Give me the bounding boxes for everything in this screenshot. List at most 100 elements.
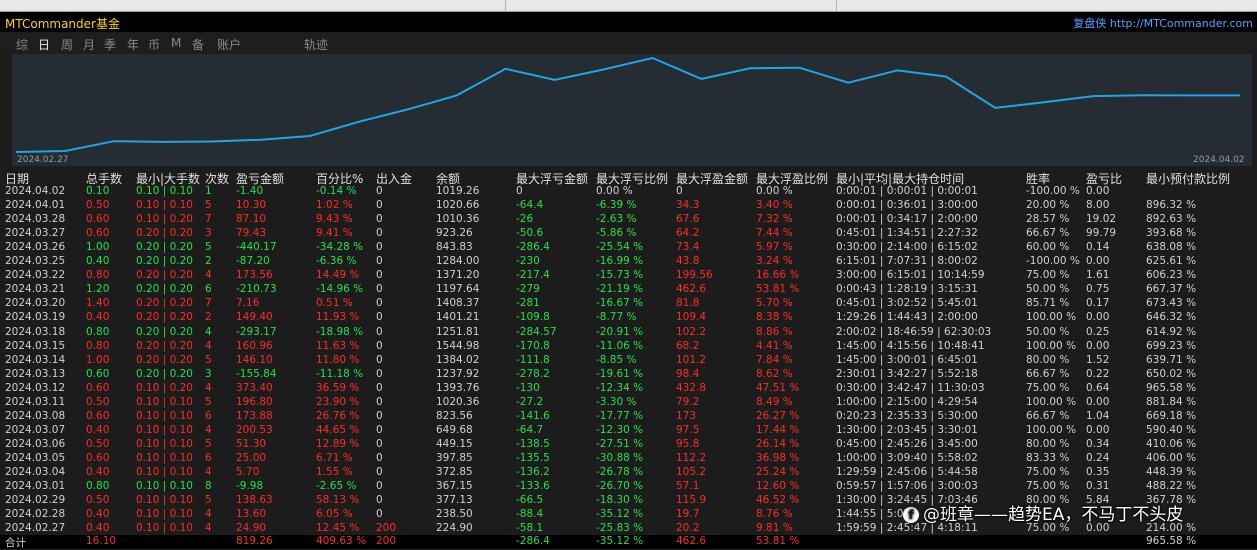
cell-3: 4 (205, 423, 212, 436)
tab-3[interactable]: 月 (83, 36, 95, 53)
table-row[interactable]: 2024.03.13 0.60 0.20 | 0.20 3 -155.84 -11.18 … (0, 368, 1257, 382)
table-row[interactable]: 2024.03.04 0.40 0.10 | 0.10 4 5.70 1.55 % 0 372… (0, 466, 1257, 480)
cell-5: -2.65 % (316, 480, 357, 493)
cell-7: 1544.98 (436, 339, 480, 352)
table-row[interactable]: 2024.03.01 0.80 0.10 | 0.10 8 -9.98 -2.65 % 0 3… (0, 480, 1257, 494)
table-row[interactable]: 2024.04.01 0.50 0.10 | 0.10 5 10.30 1.02 % 0 10… (0, 199, 1257, 213)
table-row[interactable]: 2024.03.27 0.60 0.20 | 0.20 3 79.43 9.41 % 0 92… (0, 227, 1257, 241)
tab-10[interactable]: 轨迹 (304, 36, 328, 53)
cell-3: 2 (205, 255, 212, 268)
total-pct: 409.63 % (316, 535, 367, 547)
cell-9: -30.88 % (596, 451, 644, 464)
cell-7: 1019.26 (436, 185, 480, 197)
table-header: 日期 总手数 最小|大手数 次数 盈亏金额 百分比% 出入金 余额 最大浮亏金额 最大浮亏比例 最大… (0, 169, 1257, 186)
table-row[interactable]: 2024.03.18 0.80 0.20 | 0.20 4 -293.17 -18.98 … (0, 326, 1257, 340)
cell-4: 196.80 (236, 395, 273, 408)
table-row[interactable]: 2024.03.22 0.80 0.20 | 0.20 4 173.56 14.49 % 0… (0, 269, 1257, 283)
table-row[interactable]: 2024.03.06 0.50 0.10 | 0.10 5 51.30 12.89 % 0 4… (0, 438, 1257, 452)
tab-7[interactable]: M (171, 36, 181, 50)
table-row[interactable]: 2024.03.26 1.00 0.20 | 0.20 5 -440.17 -34.28 … (0, 241, 1257, 255)
cell-8: -141.6 (516, 409, 550, 422)
cell-14: 0.00 (1086, 339, 1110, 352)
table-row[interactable]: 2024.03.21 1.20 0.20 | 0.20 6 -210.73 -14.96 … (0, 283, 1257, 297)
cell-5: -0.14 % (316, 185, 357, 197)
table-row[interactable]: 2024.03.12 0.60 0.10 | 0.20 4 373.40 36.59 % 0… (0, 382, 1257, 396)
table-row[interactable]: 2024.03.15 0.80 0.20 | 0.20 4 160.96 11.63 % 0… (0, 340, 1257, 354)
cell-5: 0.51 % (316, 297, 353, 310)
tab-2[interactable]: 周 (61, 36, 73, 53)
total-pnl: 819.26 (236, 535, 273, 547)
total-max-float-loss: -286.4 (516, 535, 550, 547)
tab-8[interactable]: 备 (192, 36, 204, 53)
cell-12: 1:29:59 | 2:45:06 | 5:44:58 (836, 466, 978, 478)
cell-3: 4 (205, 339, 212, 352)
chart-end-date: 2024.04.02 (1193, 155, 1245, 165)
cell-14: 0.31 (1086, 480, 1110, 493)
cell-4: -155.84 (236, 367, 277, 380)
cell-9: -15.73 % (596, 269, 644, 282)
cell-11: 8.62 % (756, 367, 793, 380)
table-row[interactable]: 2024.03.28 0.60 0.10 | 0.20 7 87.10 9.43 % 0 10… (0, 213, 1257, 227)
cell-4: 173.88 (236, 409, 273, 422)
cell-10: 97.5 (676, 423, 700, 436)
table-row[interactable]: 2024.04.02 0.10 0.10 | 0.10 1 -1.40 -0.14 % 0 1… (0, 185, 1257, 199)
cell-14: 0.14 (1086, 241, 1110, 254)
cell-0: 2024.03.21 (5, 283, 66, 296)
table-row[interactable]: 2024.03.19 0.40 0.20 | 0.20 2 149.40 11.93 % 0… (0, 311, 1257, 325)
table-row[interactable]: 2024.03.07 0.40 0.10 | 0.10 4 200.53 44.65 % 0… (0, 424, 1257, 438)
table-row[interactable]: 2024.03.08 0.60 0.10 | 0.10 6 173.88 26.76 % 0… (0, 410, 1257, 424)
cell-12: 1:00:00 | 2:15:00 | 4:29:54 (836, 395, 978, 408)
cell-5: 6.05 % (316, 508, 353, 521)
cell-3: 5 (205, 199, 212, 212)
cell-9: -5.86 % (596, 227, 637, 240)
cell-11: 47.51 % (756, 381, 800, 394)
cell-10: 115.9 (676, 494, 707, 507)
cell-11: 8.38 % (756, 311, 793, 324)
table-row[interactable]: 2024.03.20 1.40 0.20 | 0.20 7 7.16 0.51 % 0 140… (0, 297, 1257, 311)
cell-10: 101.2 (676, 353, 707, 366)
cell-15: 669.18 % (1146, 409, 1197, 422)
tab-1[interactable]: 日 (38, 36, 50, 53)
cell-3: 3 (205, 227, 212, 240)
tab-9[interactable]: 账户 (217, 36, 241, 53)
tab-5[interactable]: 年 (127, 36, 139, 53)
tab-4[interactable]: 季 (104, 36, 116, 53)
cell-2: 0.10 | 0.10 (136, 409, 193, 422)
cell-9: -11.06 % (596, 339, 644, 352)
cell-14: 99.79 (1086, 227, 1117, 240)
site-link[interactable]: http://MTCommander.com (1110, 17, 1253, 30)
table-row[interactable]: 2024.03.11 0.50 0.10 | 0.10 5 196.80 23.90 % 0… (0, 396, 1257, 410)
cell-2: 0.10 | 0.10 (136, 466, 193, 478)
equity-curve-line (15, 56, 1240, 153)
tab-0[interactable]: 综 (16, 36, 28, 53)
cell-2: 0.10 | 0.10 (136, 437, 193, 450)
cell-11: 5.97 % (756, 241, 793, 254)
cell-12: 2:00:02 | 18:46:59 | 62:30:03 (836, 325, 992, 338)
cell-9: -16.99 % (596, 255, 644, 268)
cell-9: -2.63 % (596, 213, 637, 226)
cell-7: 1384.02 (436, 353, 480, 366)
cell-12: 1:44:55 | 5:07 (836, 508, 911, 521)
cell-1: 1.00 (86, 353, 110, 366)
cell-6: 0 (376, 311, 383, 324)
tab-6[interactable]: 币 (148, 36, 160, 53)
replay-label[interactable]: 复盘侠 (1073, 17, 1106, 30)
table-row[interactable]: 2024.03.14 1.00 0.20 | 0.20 5 146.10 11.80 % 0… (0, 354, 1257, 368)
cell-10: 462.6 (676, 283, 707, 296)
cell-2: 0.20 | 0.20 (136, 269, 193, 282)
cell-14: 0.00 (1086, 185, 1110, 197)
table-row[interactable]: 2024.03.05 0.60 0.10 | 0.10 6 25.00 6.71 % 0 39… (0, 452, 1257, 466)
table-row[interactable]: 2024.03.25 0.40 0.20 | 0.20 2 -87.20 -6.36 % 0… (0, 255, 1257, 269)
cell-2: 0.10 | 0.10 (136, 508, 193, 521)
cell-5: 44.65 % (316, 423, 360, 436)
cell-7: 372.85 (436, 466, 473, 478)
cell-6: 0 (376, 367, 383, 380)
cell-14: 19.02 (1086, 213, 1117, 226)
cell-1: 0.60 (86, 451, 110, 464)
cell-15: 673.43 % (1146, 297, 1197, 310)
cell-14: 0.75 (1086, 283, 1110, 296)
cell-2: 0.10 | 0.10 (136, 423, 193, 436)
total-lots: 16.10 (86, 535, 117, 547)
cell-10: 102.2 (676, 325, 707, 338)
title-right: 复盘侠 http://MTCommander.com (1073, 15, 1253, 31)
